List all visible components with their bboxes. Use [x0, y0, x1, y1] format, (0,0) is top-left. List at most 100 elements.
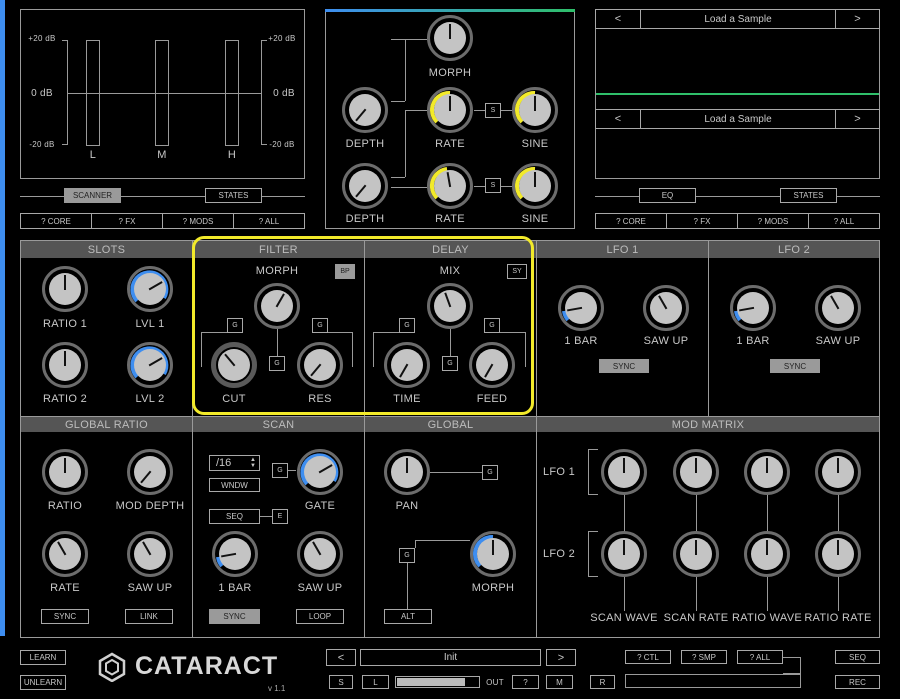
matrix-lfo1-ratio-rate-knob[interactable]: [815, 449, 861, 495]
gr-shape-label: SAW UP: [127, 582, 173, 594]
meter-right-bracket: [261, 40, 267, 145]
matrix-lfo1-scan-rate-knob[interactable]: [673, 449, 719, 495]
scan-wndw-button[interactable]: WNDW: [209, 478, 260, 492]
global-morph-knob[interactable]: [470, 531, 516, 577]
mod-sine2-knob[interactable]: [512, 163, 558, 209]
ratio-label: RATIO: [47, 500, 83, 512]
scan-g-button[interactable]: G: [272, 463, 288, 478]
ratio-knob[interactable]: [42, 449, 88, 495]
tab-states-left[interactable]: STATES: [205, 188, 262, 203]
m-button[interactable]: M: [546, 675, 573, 689]
tab-scanner[interactable]: SCANNER: [64, 188, 121, 203]
gr-shape-knob[interactable]: [127, 531, 173, 577]
gr-link-button[interactable]: LINK: [125, 609, 173, 624]
matrix-col-ratio-rate: RATIO RATE: [804, 612, 872, 624]
scan-gate-knob[interactable]: [297, 449, 343, 495]
mod-s2-button[interactable]: S: [485, 178, 501, 193]
pan-knob[interactable]: [384, 449, 430, 495]
mod-sine1-knob[interactable]: [512, 87, 558, 133]
matrix-lfo1-ratio-wave-knob[interactable]: [744, 449, 790, 495]
scan-rate-knob[interactable]: [212, 531, 258, 577]
subtab-mods-left[interactable]: ? MODS: [162, 213, 234, 229]
subtab-fx-left[interactable]: ? FX: [91, 213, 163, 229]
tab-eq[interactable]: EQ: [639, 188, 696, 203]
help-button[interactable]: ?: [512, 675, 539, 689]
learn-button[interactable]: LEARN: [20, 650, 66, 665]
rec-button[interactable]: REC: [835, 675, 880, 689]
subtab-all-right[interactable]: ? ALL: [808, 213, 880, 229]
meter-right-scale-top: +20 dB: [268, 34, 296, 43]
pan-g-button[interactable]: G: [482, 465, 498, 480]
morph-g-vline: [407, 563, 408, 609]
meter-label-m: M: [157, 149, 167, 161]
sample2-name[interactable]: Load a Sample: [640, 109, 836, 129]
matrix-lfo2-scan-wave-knob[interactable]: [601, 531, 647, 577]
mod-rate1-knob[interactable]: [427, 87, 473, 133]
mod-morph-knob[interactable]: [427, 15, 473, 61]
out-level-slider[interactable]: [395, 676, 480, 688]
all-button[interactable]: ? ALL: [737, 650, 783, 664]
s-button[interactable]: S: [329, 675, 353, 689]
pan-line: [430, 472, 482, 473]
lfo2-rate-label: 1 BAR: [736, 335, 770, 347]
lfo2-sync-button[interactable]: SYNC: [770, 359, 820, 373]
app-name: CATARACT: [135, 652, 279, 680]
matrix-lfo2-bracket: [588, 531, 598, 577]
tab-states-right[interactable]: STATES: [780, 188, 837, 203]
subtab-fx-right[interactable]: ? FX: [666, 213, 738, 229]
lfo2-shape-knob[interactable]: [815, 285, 861, 331]
sample-waveform-line: [596, 93, 879, 95]
mod-depth1-knob[interactable]: [342, 87, 388, 133]
mod-depth-knob[interactable]: [127, 449, 173, 495]
sample1-prev-button[interactable]: <: [595, 9, 641, 29]
mod-hline-e: [391, 187, 427, 188]
lfo1-sync-button[interactable]: SYNC: [599, 359, 649, 373]
gr-rate-knob[interactable]: [42, 531, 88, 577]
mod-hline-b: [391, 101, 405, 102]
scan-division-select[interactable]: /16 ▲ ▼: [209, 455, 260, 471]
matrix-lfo2-ratio-rate-knob[interactable]: [815, 531, 861, 577]
mod-s1-button[interactable]: S: [485, 103, 501, 118]
scan-sync-button[interactable]: SYNC: [209, 609, 260, 624]
subtab-core-right[interactable]: ? CORE: [595, 213, 667, 229]
r-button[interactable]: R: [590, 675, 615, 689]
ratio2-knob[interactable]: [42, 342, 88, 388]
preset-prev-button[interactable]: <: [326, 649, 356, 666]
scan-loop-button[interactable]: LOOP: [296, 609, 344, 624]
scan-shape-knob[interactable]: [297, 531, 343, 577]
smp-button[interactable]: ? SMP: [681, 650, 727, 664]
sample2-prev-button[interactable]: <: [595, 109, 641, 129]
scan-gate-label: GATE: [304, 500, 336, 512]
matrix-lfo2-ratio-wave-knob[interactable]: [744, 531, 790, 577]
sample1-name[interactable]: Load a Sample: [640, 9, 836, 29]
sample1-next-button[interactable]: >: [835, 9, 880, 29]
morph-g-button[interactable]: G: [399, 548, 415, 563]
scan-seq-button[interactable]: SEQ: [209, 509, 260, 524]
sample2-next-button[interactable]: >: [835, 109, 880, 129]
matrix-col-scan-wave: SCAN WAVE: [590, 612, 658, 624]
subtab-core-left[interactable]: ? CORE: [20, 213, 92, 229]
preset-next-button[interactable]: >: [546, 649, 576, 666]
gr-sync-button[interactable]: SYNC: [41, 609, 89, 624]
subtab-mods-right[interactable]: ? MODS: [737, 213, 809, 229]
preset-name[interactable]: Init: [360, 649, 541, 666]
lfo1-shape-knob[interactable]: [643, 285, 689, 331]
mod-rate2-label: RATE: [435, 213, 465, 225]
matrix-lfo2-label: LFO 2: [542, 548, 576, 560]
seq-button[interactable]: SEQ: [835, 650, 880, 664]
alt-button[interactable]: ALT: [384, 609, 432, 624]
unlearn-button[interactable]: UNLEARN: [20, 675, 66, 690]
matrix-lfo2-scan-rate-knob[interactable]: [673, 531, 719, 577]
lfo2-rate-knob[interactable]: [730, 285, 776, 331]
ctl-button[interactable]: ? CTL: [625, 650, 671, 664]
lvl2-knob[interactable]: [127, 342, 173, 388]
mod-depth2-knob[interactable]: [342, 163, 388, 209]
lfo1-rate-knob[interactable]: [558, 285, 604, 331]
l-button[interactable]: L: [362, 675, 389, 689]
matrix-lfo1-scan-wave-knob[interactable]: [601, 449, 647, 495]
ratio1-knob[interactable]: [42, 266, 88, 312]
subtab-all-left[interactable]: ? ALL: [233, 213, 305, 229]
mod-rate2-knob[interactable]: [427, 163, 473, 209]
lvl1-knob[interactable]: [127, 266, 173, 312]
scan-e-button[interactable]: E: [272, 509, 288, 524]
